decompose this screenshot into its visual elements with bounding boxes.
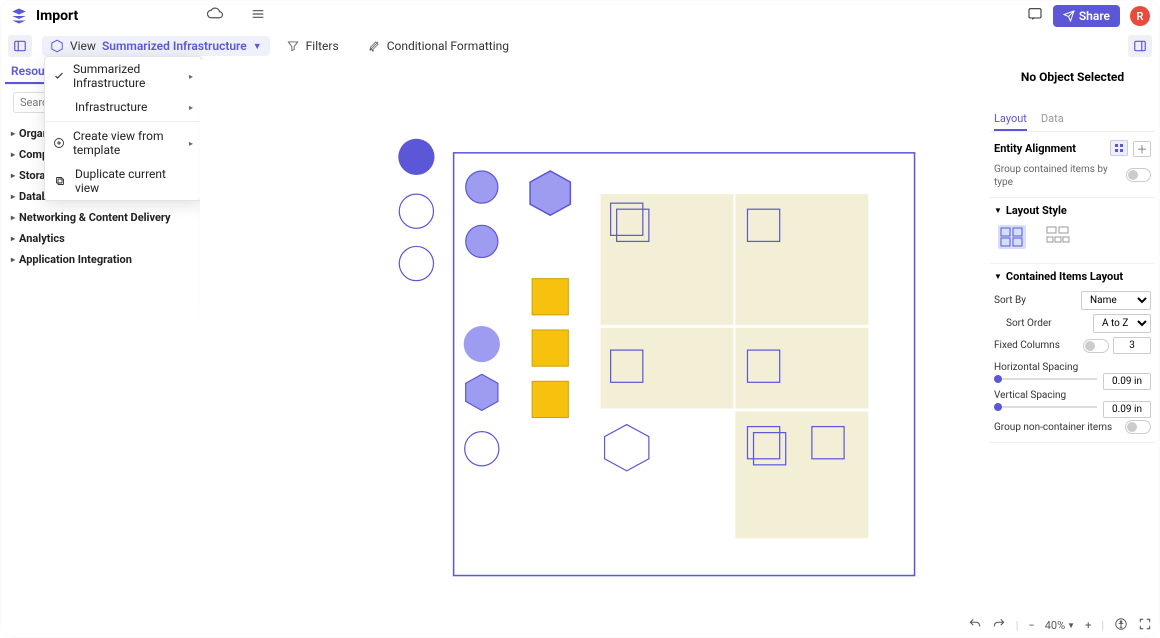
app-title: Import [36, 8, 78, 24]
caret-right-icon: ▸ [189, 103, 193, 112]
add-alignment-button[interactable]: ＋ [1133, 141, 1151, 157]
chevron-down-icon: ▼ [1067, 621, 1075, 630]
rp-tabs: Layout Data [990, 108, 1155, 132]
menu-item-create-from-template[interactable]: Create view from template ▸ [45, 124, 201, 162]
v-spacing-slider[interactable] [994, 406, 1097, 408]
accessibility-button[interactable] [1114, 617, 1128, 634]
entity-alignment-sub: Group contained items by type [994, 163, 1126, 189]
menu-item-duplicate-view[interactable]: Duplicate current view [45, 162, 201, 200]
tree-item-analytics[interactable]: ▸Analytics [11, 228, 199, 249]
view-dropdown[interactable]: View Summarized Infrastructure ▼ [42, 36, 270, 56]
tree-item-networking[interactable]: ▸Networking & Content Delivery [11, 207, 199, 228]
avatar[interactable]: R [1130, 6, 1150, 26]
caret-right-icon: ▸ [11, 129, 15, 138]
menu-divider [45, 121, 201, 122]
redo-button[interactable] [992, 617, 1006, 634]
caret-right-icon: ▸ [11, 192, 15, 201]
right-panel-toggle[interactable] [1128, 35, 1152, 57]
layout-style-columns[interactable] [1044, 225, 1072, 249]
caret-right-icon: ▸ [11, 234, 15, 243]
v-spacing-input[interactable] [1103, 401, 1151, 418]
cloud-icon[interactable] [206, 5, 224, 27]
rp-tab-layout[interactable]: Layout [994, 108, 1027, 131]
zoom-dropdown[interactable]: 40% ▼ [1045, 619, 1075, 632]
zoom-out-button[interactable]: − [1028, 619, 1034, 632]
sort-by-select[interactable]: Name [1081, 291, 1151, 310]
layout-style-grid[interactable] [998, 225, 1026, 249]
group-non-container-toggle[interactable] [1125, 420, 1151, 434]
tree-item-app-integration[interactable]: ▸Application Integration [11, 249, 199, 270]
caret-right-icon: ▸ [11, 255, 15, 264]
caret-right-icon: ▸ [189, 72, 193, 81]
layout-style-section: ▼Layout Style [990, 198, 1155, 264]
h-spacing-slider[interactable] [994, 378, 1097, 380]
share-button[interactable]: Share [1053, 5, 1120, 27]
bottom-bar: | − 40% ▼ + | [968, 617, 1152, 634]
header-left: Import [10, 5, 266, 27]
plus-circle-icon [53, 137, 65, 149]
group-by-type-toggle[interactable] [1126, 168, 1151, 182]
chat-icon[interactable] [1027, 6, 1043, 26]
fixed-columns-label: Fixed Columns [994, 340, 1060, 351]
chevron-down-icon: ▼ [253, 41, 262, 52]
conditional-label: Conditional Formatting [387, 39, 509, 53]
header: Import Share R [0, 0, 1160, 32]
zoom-in-button[interactable]: + [1085, 619, 1091, 632]
undo-button[interactable] [968, 617, 982, 634]
hamburger-icon[interactable] [250, 6, 266, 26]
caret-down-icon: ▼ [994, 272, 1002, 281]
group-non-container-label: Group non-container items [994, 422, 1112, 433]
fixed-columns-toggle[interactable] [1083, 339, 1109, 353]
h-spacing-input[interactable] [1103, 373, 1151, 390]
sort-order-label: Sort Order [1006, 318, 1052, 329]
no-selection-label: No Object Selected [990, 60, 1155, 108]
entity-alignment-section: Entity Alignment ＋ Group contained items… [990, 132, 1155, 198]
sort-order-select[interactable]: A to Z [1093, 314, 1151, 333]
menu-item-infrastructure[interactable]: Infrastructure ▸ [45, 95, 201, 119]
conditional-formatting-button[interactable]: Conditional Formatting [355, 36, 521, 56]
fixed-columns-input[interactable] [1113, 337, 1151, 354]
left-panel-toggle[interactable] [8, 35, 32, 57]
contained-layout-section: ▼Contained Items Layout Sort By Name Sor… [990, 264, 1155, 443]
entity-alignment-label: Entity Alignment [994, 142, 1076, 155]
view-name: Summarized Infrastructure [102, 39, 247, 53]
v-spacing-label: Vertical Spacing [994, 390, 1066, 401]
right-panel: No Object Selected Layout Data Entity Al… [990, 60, 1155, 608]
fullscreen-button[interactable] [1138, 617, 1152, 634]
filters-button[interactable]: Filters [274, 36, 351, 56]
view-context-menu: Summarized Infrastructure ▸ Infrastructu… [44, 56, 202, 201]
caret-right-icon: ▸ [11, 150, 15, 159]
canvas[interactable] [200, 60, 985, 608]
caret-right-icon: ▸ [11, 171, 15, 180]
filters-label: Filters [306, 39, 339, 53]
logo-icon [10, 7, 28, 25]
view-label: View [70, 39, 96, 53]
share-label: Share [1079, 9, 1110, 23]
header-right: Share R [1027, 5, 1150, 27]
sort-by-label: Sort By [994, 295, 1026, 306]
check-icon [53, 70, 65, 82]
align-grid-button[interactable] [1110, 140, 1128, 156]
caret-down-icon: ▼ [994, 206, 1002, 215]
copy-icon [53, 175, 67, 187]
menu-item-summarized-infra[interactable]: Summarized Infrastructure ▸ [45, 57, 201, 95]
rp-tab-data[interactable]: Data [1041, 108, 1064, 131]
caret-right-icon: ▸ [189, 139, 193, 148]
caret-right-icon: ▸ [11, 213, 15, 222]
h-spacing-label: Horizontal Spacing [994, 362, 1078, 373]
